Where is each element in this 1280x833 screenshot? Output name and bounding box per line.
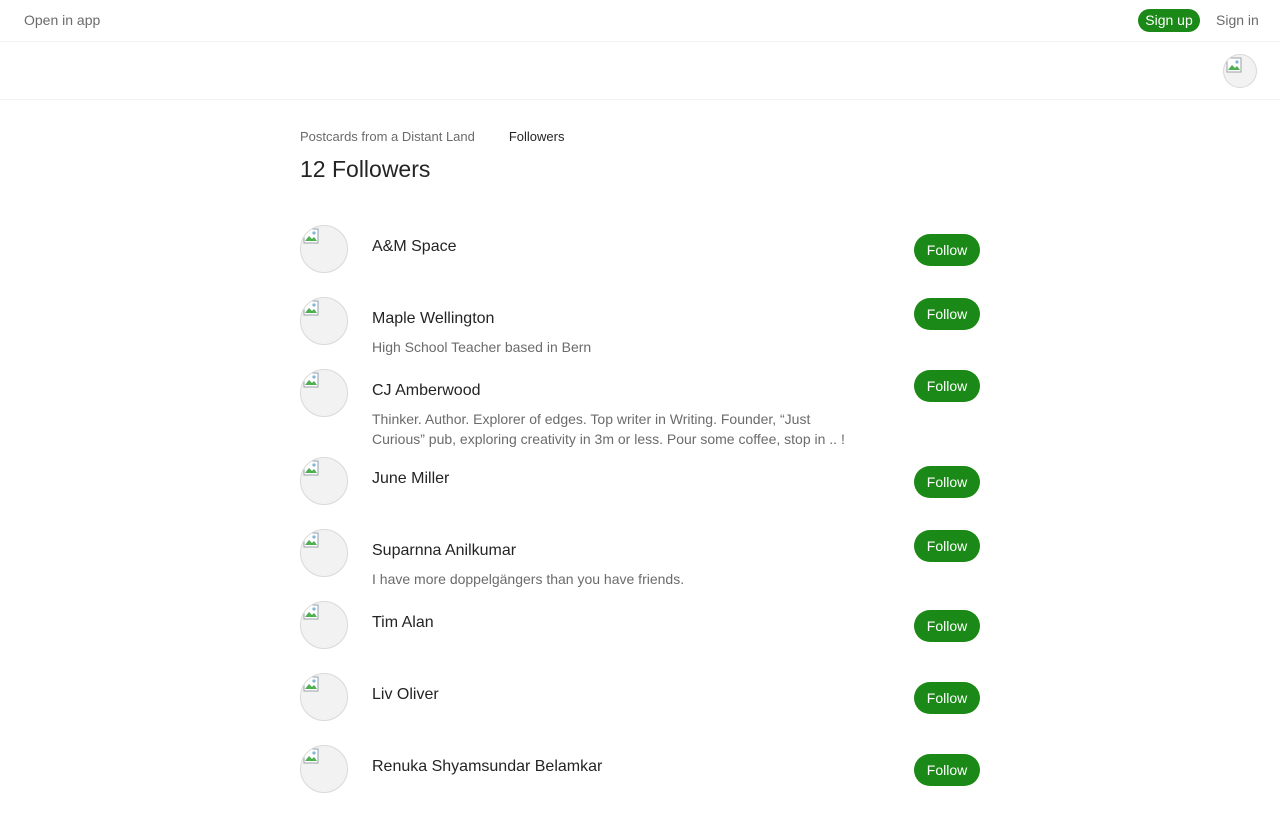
breadcrumb-publication-link[interactable]: Postcards from a Distant Land bbox=[300, 129, 475, 144]
follower-avatar[interactable] bbox=[300, 601, 348, 649]
open-in-app-link[interactable]: Open in app bbox=[24, 12, 100, 28]
follower-avatar[interactable] bbox=[300, 673, 348, 721]
follower-avatar[interactable] bbox=[300, 457, 348, 505]
follower-bio: I have more doppelgängers than you have … bbox=[372, 571, 685, 587]
follower-bio: Thinker. Author. Explorer of edges. Top … bbox=[372, 411, 845, 447]
follower-avatar[interactable] bbox=[300, 529, 348, 577]
follower-name[interactable]: June Miller bbox=[372, 470, 449, 488]
follower-name[interactable]: Suparnna Anilkumar bbox=[372, 542, 516, 560]
follower-name[interactable]: A&M Space bbox=[372, 238, 456, 256]
broken-image-icon bbox=[303, 300, 319, 316]
follower-name[interactable]: CJ Amberwood bbox=[372, 382, 481, 400]
follower-avatar[interactable] bbox=[300, 225, 348, 273]
broken-image-icon bbox=[303, 372, 319, 388]
top-navigation-bar: Open in app Sign up Sign in bbox=[0, 0, 1280, 42]
follow-button[interactable]: Follow bbox=[914, 610, 980, 642]
broken-image-icon bbox=[303, 460, 319, 476]
follow-button[interactable]: Follow bbox=[914, 370, 980, 402]
follow-button[interactable]: Follow bbox=[914, 530, 980, 562]
follower-name[interactable]: Liv Oliver bbox=[372, 686, 439, 704]
follower-name[interactable]: Renuka Shyamsundar Belamkar bbox=[372, 758, 602, 776]
follow-button[interactable]: Follow bbox=[914, 682, 980, 714]
follower-bio: High School Teacher based in Bern bbox=[372, 339, 592, 355]
follow-button[interactable]: Follow bbox=[914, 234, 980, 266]
breadcrumb-separator bbox=[475, 129, 509, 144]
broken-image-icon bbox=[303, 748, 319, 764]
breadcrumb-current-page: Followers bbox=[508, 129, 565, 144]
follow-button[interactable]: Follow bbox=[914, 754, 980, 786]
follow-button[interactable]: Follow bbox=[914, 466, 980, 498]
publication-header-bar bbox=[0, 42, 1280, 100]
follower-avatar[interactable] bbox=[300, 297, 348, 345]
page-title: 12 Followers bbox=[300, 156, 431, 182]
follower-avatar[interactable] bbox=[300, 745, 348, 793]
broken-image-icon bbox=[303, 532, 319, 548]
sign-up-button[interactable]: Sign up bbox=[1138, 9, 1200, 32]
broken-image-icon bbox=[303, 228, 319, 244]
follower-name[interactable]: Maple Wellington bbox=[372, 310, 494, 328]
publication-avatar[interactable] bbox=[1223, 54, 1257, 88]
breadcrumb: Postcards from a Distant Land Followers bbox=[300, 129, 564, 144]
sign-in-link[interactable]: Sign in bbox=[1216, 12, 1259, 28]
follower-avatar[interactable] bbox=[300, 369, 348, 417]
follow-button[interactable]: Follow bbox=[914, 298, 980, 330]
broken-image-icon bbox=[303, 604, 319, 620]
broken-image-icon bbox=[303, 676, 319, 692]
broken-image-icon bbox=[1226, 57, 1242, 73]
follower-name[interactable]: Tim Alan bbox=[372, 614, 434, 632]
